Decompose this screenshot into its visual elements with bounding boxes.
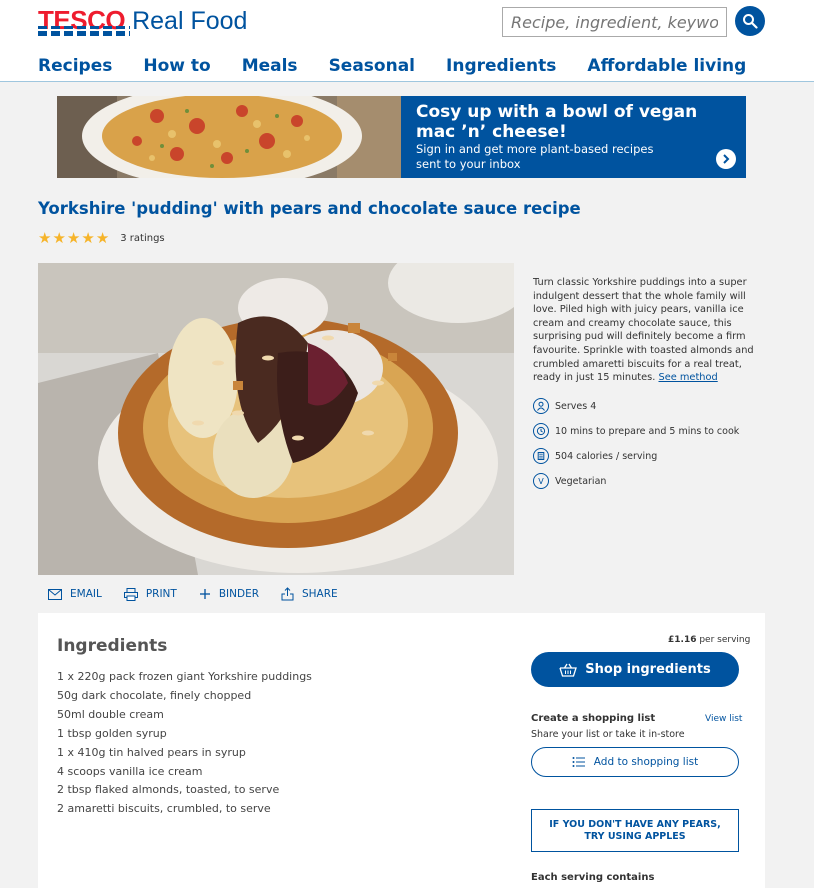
promo-banner[interactable]: Cosy up with a bowl of vegan mac ’n’ che… (57, 96, 746, 178)
share-icon (281, 587, 294, 601)
diet-text: Vegetarian (555, 475, 607, 487)
description-text: Turn classic Yorkshire puddings into a s… (533, 277, 754, 384)
ingredients-list: 1 x 220g pack frozen giant Yorkshire pud… (57, 668, 312, 819)
printer-icon (123, 587, 138, 601)
ingredient-item: 1 x 410g tin halved pears in syrup (57, 745, 246, 759)
nav-how-to[interactable]: How to (143, 56, 210, 76)
price-value: £1.16 (668, 635, 697, 645)
calculator-icon (533, 448, 549, 464)
rating-count: 3 ratings (120, 232, 165, 244)
price-unit: per serving (699, 635, 751, 645)
add-to-shopping-list-button[interactable]: Add to shopping list (531, 747, 739, 777)
shop-ingredients-label: Shop ingredients (585, 662, 711, 677)
serves-text: Serves 4 (555, 400, 597, 412)
meta-calories: 504 calories / serving (533, 448, 657, 464)
meta-diet: V Vegetarian (533, 473, 606, 489)
ingredient-item: 4 scoops vanilla ice cream (57, 764, 203, 778)
banner-mac-cheese-image (57, 96, 401, 178)
logo-stripes (38, 26, 130, 29)
ingredient-item: 2 amaretti biscuits, crumbled, to serve (57, 802, 271, 816)
search-icon (743, 14, 758, 29)
email-button[interactable]: EMAIL (48, 588, 102, 600)
ingredients-title: Ingredients (57, 636, 168, 656)
vegetarian-icon: V (533, 473, 549, 489)
site-header: TESCO Real Food Recipes How to Meals Sea… (0, 0, 814, 82)
recipe-description: Turn classic Yorkshire puddings into a s… (533, 276, 768, 385)
print-label: PRINT (145, 588, 177, 600)
logo-stripes-bottom (38, 31, 130, 36)
star-icon: ★ (81, 229, 95, 247)
star-icon: ★ (66, 229, 81, 247)
meta-time: 10 mins to prepare and 5 mins to cook (533, 423, 739, 439)
price-per-serving: £1.16 per serving (668, 635, 750, 645)
person-icon (533, 398, 549, 414)
email-label: EMAIL (70, 588, 102, 600)
shop-ingredients-button[interactable]: Shop ingredients (531, 652, 739, 687)
banner-subtitle: Sign in and get more plant-based recipes… (416, 142, 654, 171)
ingredients-card: Ingredients 1 x 220g pack frozen giant Y… (38, 613, 765, 888)
time-text: 10 mins to prepare and 5 mins to cook (555, 425, 740, 437)
ingredient-item: 1 tbsp golden syrup (57, 726, 167, 740)
logo-real-food-text: Real Food (132, 7, 248, 35)
add-to-shopping-list-label: Add to shopping list (593, 756, 699, 768)
banner-title: Cosy up with a bowl of vegan mac ’n’ che… (416, 102, 698, 142)
binder-label: BINDER (218, 588, 259, 600)
shopping-list-subtitle: Share your list or take it in-store (531, 729, 685, 740)
recipe-rating[interactable]: ★ ★ ★ ★ ★ 3 ratings (38, 229, 165, 247)
ingredient-item: 2 tbsp flaked almonds, toasted, to serve (57, 783, 280, 797)
clock-icon (533, 423, 549, 439)
star-icon: ★ (52, 229, 66, 247)
list-icon (572, 757, 585, 767)
plus-icon (199, 589, 210, 599)
recipe-actions: EMAIL PRINT BINDER SHARE (48, 587, 360, 601)
star-icon: ★ (38, 229, 52, 247)
banner-arrow-button[interactable] (716, 149, 736, 169)
envelope-icon (48, 588, 62, 600)
see-method-link[interactable]: See method (659, 372, 718, 383)
share-label: SHARE (302, 588, 338, 600)
substitution-tip: IF YOU DON'T HAVE ANY PEARS, TRY USING A… (531, 809, 739, 852)
search-input[interactable] (502, 7, 727, 37)
print-button[interactable]: PRINT (123, 587, 177, 601)
calories-text: 504 calories / serving (555, 450, 658, 462)
recipe-title: Yorkshire 'pudding' with pears and choco… (38, 199, 581, 218)
nav-recipes[interactable]: Recipes (38, 56, 112, 76)
meta-serves: Serves 4 (533, 398, 596, 414)
nav-ingredients[interactable]: Ingredients (446, 56, 556, 76)
view-list-link[interactable]: View list (705, 714, 742, 724)
ingredient-item: 50g dark chocolate, finely chopped (57, 688, 252, 702)
nav-seasonal[interactable]: Seasonal (329, 56, 415, 76)
shopping-list-title: Create a shopping list (531, 713, 656, 724)
ingredient-item: 1 x 220g pack frozen giant Yorkshire pud… (57, 670, 312, 683)
share-button[interactable]: SHARE (281, 587, 338, 601)
star-icon: ★ (95, 229, 110, 247)
search-button[interactable] (735, 6, 765, 36)
chevron-right-icon (723, 154, 730, 164)
nav-meals[interactable]: Meals (242, 56, 298, 76)
binder-button[interactable]: BINDER (199, 588, 259, 600)
recipe-hero-image (38, 263, 514, 575)
nav-affordable-living[interactable]: Affordable living (587, 56, 746, 76)
basket-icon (559, 663, 578, 677)
ingredient-item: 50ml double cream (57, 707, 164, 721)
main-nav: Recipes How to Meals Seasonal Ingredient… (38, 56, 777, 76)
each-serving-heading: Each serving contains (531, 872, 655, 883)
